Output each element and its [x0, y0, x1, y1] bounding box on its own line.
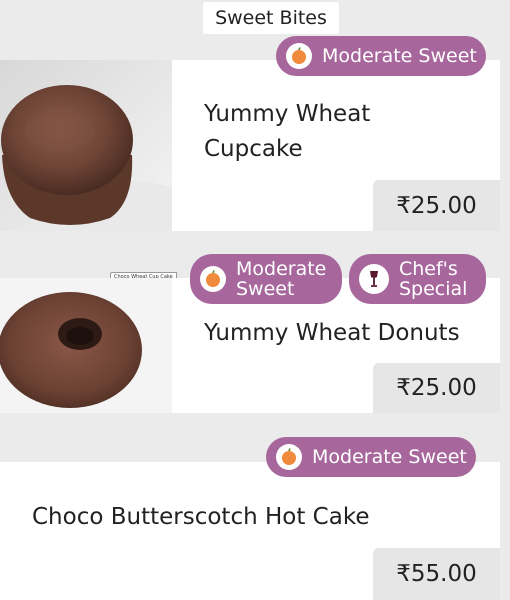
- item-name: Choco Butterscotch Hot Cake: [32, 504, 370, 530]
- item-price: ₹25.00: [373, 180, 500, 231]
- badge-text: Moderate Sweet: [312, 446, 467, 468]
- item-price: ₹25.00: [373, 363, 500, 413]
- item-image: [0, 60, 172, 231]
- section-title: Sweet Bites: [203, 2, 339, 34]
- moderate-sweet-badge: Moderate Sweet: [266, 437, 476, 477]
- item-price: ₹55.00: [373, 548, 500, 600]
- apple-icon: [200, 266, 226, 292]
- item-image: [0, 278, 172, 413]
- wine-glass-icon: [359, 264, 389, 294]
- badge-text: Chef's Special: [399, 258, 468, 300]
- item-name: Yummy Wheat Donuts: [204, 320, 460, 346]
- badge-text: Moderate Sweet: [322, 45, 477, 67]
- menu-item-card[interactable]: Choco Butterscotch Hot Cake ₹55.00: [0, 462, 500, 600]
- menu-item-card[interactable]: Choco Wheat Cup Cake Yummy Wheat Cupcake…: [0, 60, 500, 282]
- moderate-sweet-badge: Moderate Sweet: [190, 254, 342, 304]
- moderate-sweet-badge: Moderate Sweet: [276, 36, 486, 76]
- donut-image: [0, 278, 172, 413]
- chefs-special-badge: Chef's Special: [349, 254, 486, 304]
- badge-text: Moderate Sweet: [236, 258, 327, 300]
- apple-icon: [286, 43, 312, 69]
- apple-icon: [276, 444, 302, 470]
- item-name: Yummy Wheat Cupcake: [204, 101, 371, 162]
- cupcake-image: [0, 60, 172, 231]
